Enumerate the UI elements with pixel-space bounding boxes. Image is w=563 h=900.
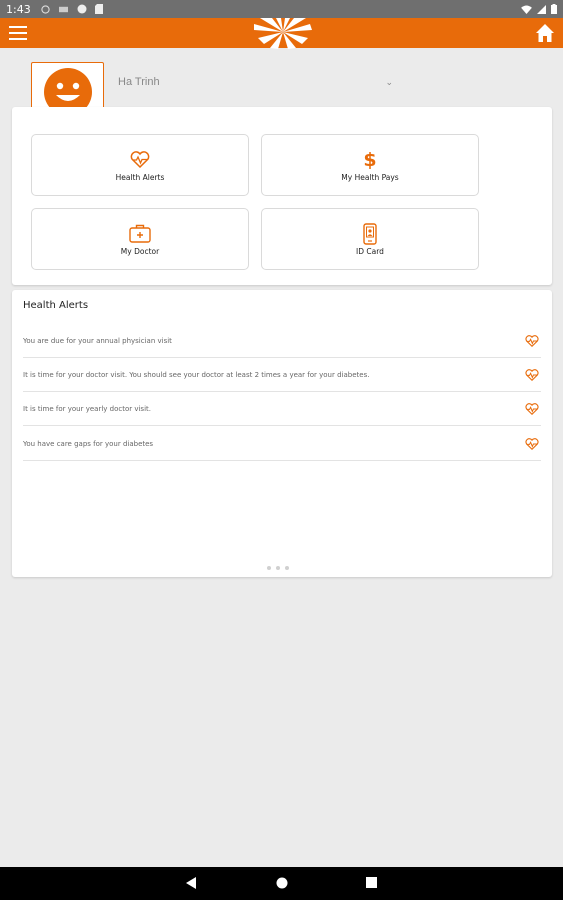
id-card-tile[interactable]: ID Card: [261, 208, 479, 270]
hangouts-icon: [41, 4, 50, 14]
alert-text: It is time for your yearly doctor visit.: [23, 404, 151, 413]
tile-label: Health Alerts: [115, 172, 165, 182]
battery-icon: [551, 4, 557, 14]
alert-text: You are due for your annual physician vi…: [23, 336, 172, 345]
page-indicator: [267, 566, 289, 570]
alert-row[interactable]: It is time for your doctor visit. You sh…: [23, 358, 541, 392]
status-time: 1:43: [6, 2, 31, 16]
page-dot[interactable]: [267, 566, 271, 570]
alert-text: You have care gaps for your diabetes: [23, 439, 154, 448]
system-nav-bar: [0, 867, 563, 900]
tile-label: My Health Pays: [341, 172, 399, 182]
heart-pulse-icon: [525, 334, 539, 347]
status-system-icons: [521, 4, 557, 14]
alert-row[interactable]: It is time for your yearly doctor visit.: [23, 392, 541, 426]
page-dot[interactable]: [276, 566, 280, 570]
sd-card-icon: [94, 4, 103, 14]
starburst-logo: [254, 18, 312, 49]
voicemail-icon: [58, 6, 68, 12]
alerts-title: Health Alerts: [23, 300, 89, 311]
quick-links-card: Health Alerts $ My Health Pays My Doctor: [12, 107, 552, 285]
heart-pulse-icon: [525, 368, 539, 381]
user-selector[interactable]: Ha Trinh ⌄: [118, 72, 393, 92]
signal-icon: [537, 4, 546, 14]
health-alerts-card: Health Alerts You are due for your annua…: [12, 290, 552, 577]
wifi-icon: [521, 4, 532, 14]
home-icon[interactable]: [535, 23, 555, 43]
status-bar: 1:43: [0, 0, 563, 18]
dollar-icon: $: [363, 148, 377, 171]
heart-pulse-icon: [130, 151, 150, 168]
my-health-pays-tile[interactable]: $ My Health Pays: [261, 134, 479, 196]
chevron-down-icon: ⌄: [385, 76, 393, 87]
status-notification-icons: [41, 4, 103, 14]
medical-bag-icon: [129, 224, 151, 243]
phone-card-icon: [363, 222, 377, 245]
app-notification-icon: [77, 4, 87, 14]
alert-row[interactable]: You are due for your annual physician vi…: [23, 324, 541, 358]
tile-label: My Doctor: [120, 246, 160, 256]
my-doctor-tile[interactable]: My Doctor: [31, 208, 249, 270]
tile-label: ID Card: [356, 246, 384, 256]
alert-row[interactable]: You have care gaps for your diabetes: [23, 427, 541, 461]
heart-pulse-icon: [525, 402, 539, 415]
home-circle-icon[interactable]: [276, 877, 288, 889]
user-name: Ha Trinh: [118, 76, 160, 88]
hamburger-icon[interactable]: [9, 26, 27, 40]
heart-pulse-icon: [525, 437, 539, 450]
alert-text: It is time for your doctor visit. You sh…: [23, 370, 370, 379]
recents-icon[interactable]: [366, 877, 377, 888]
page-dot[interactable]: [285, 566, 289, 570]
health-alerts-tile[interactable]: Health Alerts: [31, 134, 249, 196]
back-icon[interactable]: [186, 877, 197, 889]
